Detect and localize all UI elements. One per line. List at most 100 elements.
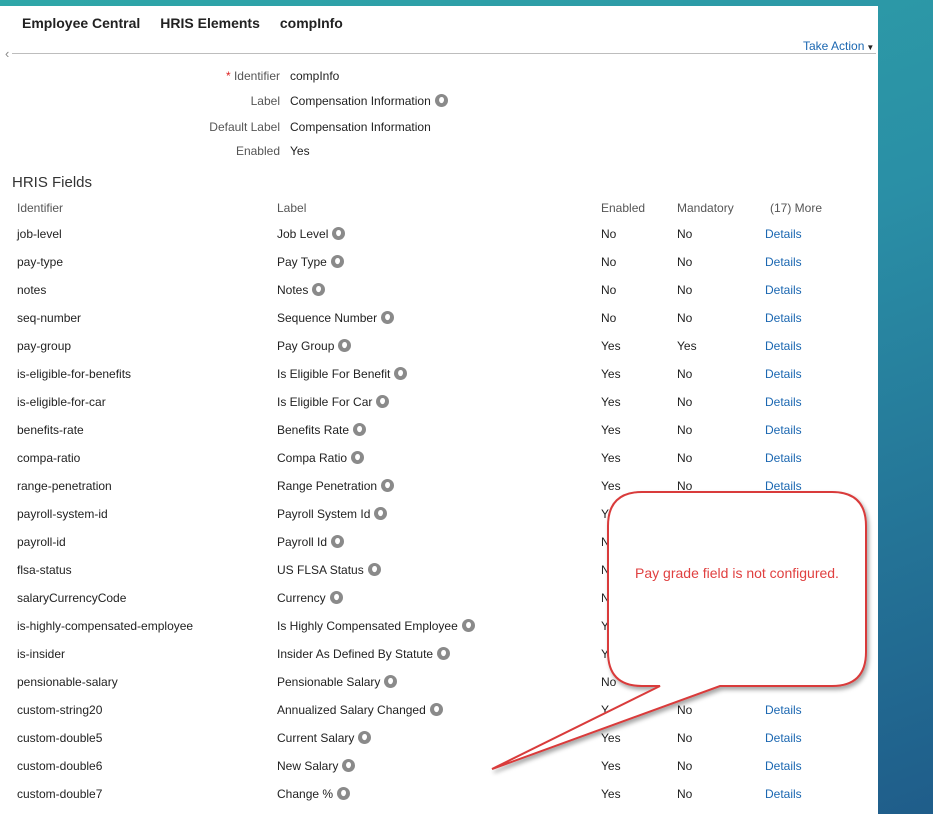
- tab-compinfo[interactable]: compInfo: [280, 15, 343, 31]
- field-label: Compa Ratio: [277, 451, 348, 465]
- globe-icon[interactable]: [337, 787, 351, 800]
- table-row: payroll-id Payroll Id N: [0, 535, 878, 555]
- globe-icon[interactable]: [376, 395, 390, 408]
- field-label-cell: Is Eligible For Benefit: [277, 367, 408, 381]
- globe-icon[interactable]: [353, 423, 367, 436]
- field-identifier: is-highly-compensated-employee: [17, 619, 194, 633]
- field-identifier: pensionable-salary: [17, 675, 118, 689]
- globe-icon[interactable]: [437, 647, 451, 660]
- details-link[interactable]: Details: [765, 227, 802, 241]
- col-header-label: Label: [277, 201, 307, 215]
- field-identifier: benefits-rate: [17, 423, 84, 437]
- field-label: Is Eligible For Car: [277, 395, 373, 409]
- details-link[interactable]: Details: [765, 311, 802, 325]
- globe-icon[interactable]: [332, 227, 346, 240]
- field-enabled: No: [601, 227, 617, 241]
- table-row: custom-double7 Change % Yes No Details: [0, 787, 878, 807]
- globe-icon[interactable]: [384, 675, 398, 688]
- table-row: is-highly-compensated-employee Is Highly …: [0, 619, 878, 639]
- label-label: Label: [250, 94, 280, 108]
- details-link[interactable]: Details: [765, 423, 802, 437]
- globe-icon[interactable]: [381, 479, 395, 492]
- field-mandatory: Yes: [677, 339, 697, 353]
- globe-icon[interactable]: [330, 255, 344, 268]
- globe-icon[interactable]: [358, 731, 372, 744]
- enabled-label: Enabled: [235, 144, 280, 158]
- globe-icon[interactable]: [381, 311, 395, 324]
- tab-hris-elements[interactable]: HRIS Elements: [160, 15, 260, 31]
- field-mandatory: No: [677, 423, 693, 437]
- globe-icon[interactable]: [461, 619, 475, 632]
- globe-icon[interactable]: [312, 283, 326, 296]
- field-enabled: Yes: [601, 731, 621, 745]
- label-row: Label Compensation Information: [0, 94, 878, 110]
- table-row: job-level Job Level No No Details: [0, 227, 878, 247]
- details-link[interactable]: Details: [765, 703, 802, 717]
- field-identifier: pay-group: [17, 339, 72, 353]
- identifier-row: * Identifier compInfo: [0, 69, 878, 85]
- field-label-cell: Notes: [277, 283, 326, 297]
- field-identifier: flsa-status: [17, 563, 72, 577]
- details-link[interactable]: Details: [765, 283, 802, 297]
- globe-icon[interactable]: [351, 451, 365, 464]
- details-link[interactable]: Details: [765, 451, 802, 465]
- default-label-label: Default Label: [209, 120, 280, 134]
- globe-icon[interactable]: [374, 507, 388, 520]
- details-link[interactable]: Details: [765, 731, 802, 745]
- field-mandatory: No: [677, 731, 693, 745]
- globe-icon[interactable]: [394, 367, 408, 380]
- field-enabled: Yes: [601, 339, 621, 353]
- details-link[interactable]: Details: [765, 255, 802, 269]
- field-mandatory: No: [677, 283, 693, 297]
- details-link[interactable]: Details: [765, 759, 802, 773]
- field-label: New Salary: [277, 759, 339, 773]
- globe-icon[interactable]: [434, 94, 448, 107]
- field-label-cell: Payroll System Id: [277, 507, 388, 521]
- field-enabled: No: [601, 675, 617, 689]
- field-enabled: N: [601, 535, 610, 549]
- field-identifier: seq-number: [17, 311, 82, 325]
- globe-icon[interactable]: [331, 535, 345, 548]
- field-label: Pay Group: [277, 339, 335, 353]
- field-label: Insider As Defined By Statute: [277, 647, 434, 661]
- table-row: notes Notes No No Details: [0, 283, 878, 303]
- field-label: Benefits Rate: [277, 423, 350, 437]
- field-label-cell: Benefits Rate: [277, 423, 367, 437]
- field-label: Is Highly Compensated Employee: [277, 619, 458, 633]
- section-title: HRIS Fields: [12, 174, 93, 191]
- globe-icon[interactable]: [338, 339, 352, 352]
- take-action-menu[interactable]: Take Action ▼: [803, 39, 874, 53]
- field-enabled: No: [601, 283, 617, 297]
- field-label-cell: New Salary: [277, 759, 356, 773]
- required-marker: *: [225, 69, 234, 83]
- field-label: Annualized Salary Changed: [277, 703, 426, 717]
- details-link[interactable]: Details: [765, 479, 802, 493]
- field-enabled: Yes: [601, 479, 621, 493]
- field-label: Pensionable Salary: [277, 675, 381, 689]
- field-mandatory: No: [677, 395, 693, 409]
- col-header-identifier: Identifier: [17, 201, 64, 215]
- col-header-enabled: Enabled: [601, 201, 646, 215]
- field-label: Payroll Id: [277, 535, 328, 549]
- field-label: Job Level: [277, 227, 329, 241]
- caret-down-icon: ▼: [866, 43, 875, 52]
- field-identifier: payroll-system-id: [17, 507, 108, 521]
- details-link[interactable]: Details: [765, 395, 802, 409]
- globe-icon[interactable]: [429, 703, 443, 716]
- table-row: custom-double6 New Salary Yes No Details: [0, 759, 878, 779]
- table-row: custom-string20 Annualized Salary Changed…: [0, 703, 878, 723]
- globe-icon[interactable]: [342, 759, 356, 772]
- table-row: is-insider Insider As Defined By Statute Y: [0, 647, 878, 667]
- back-arrow-icon[interactable]: ‹: [5, 46, 9, 61]
- details-link[interactable]: Details: [765, 787, 802, 801]
- details-link[interactable]: Details: [765, 367, 802, 381]
- tab-employee-central[interactable]: Employee Central: [22, 15, 140, 31]
- details-link[interactable]: Details: [765, 339, 802, 353]
- field-enabled: Yes: [601, 423, 621, 437]
- col-header-more[interactable]: (17) More: [770, 201, 822, 215]
- field-identifier: custom-double6: [17, 759, 103, 773]
- table-row: pay-type Pay Type No No Details: [0, 255, 878, 275]
- globe-icon[interactable]: [367, 563, 381, 576]
- field-label-cell: Current Salary: [277, 731, 372, 745]
- globe-icon[interactable]: [329, 591, 343, 604]
